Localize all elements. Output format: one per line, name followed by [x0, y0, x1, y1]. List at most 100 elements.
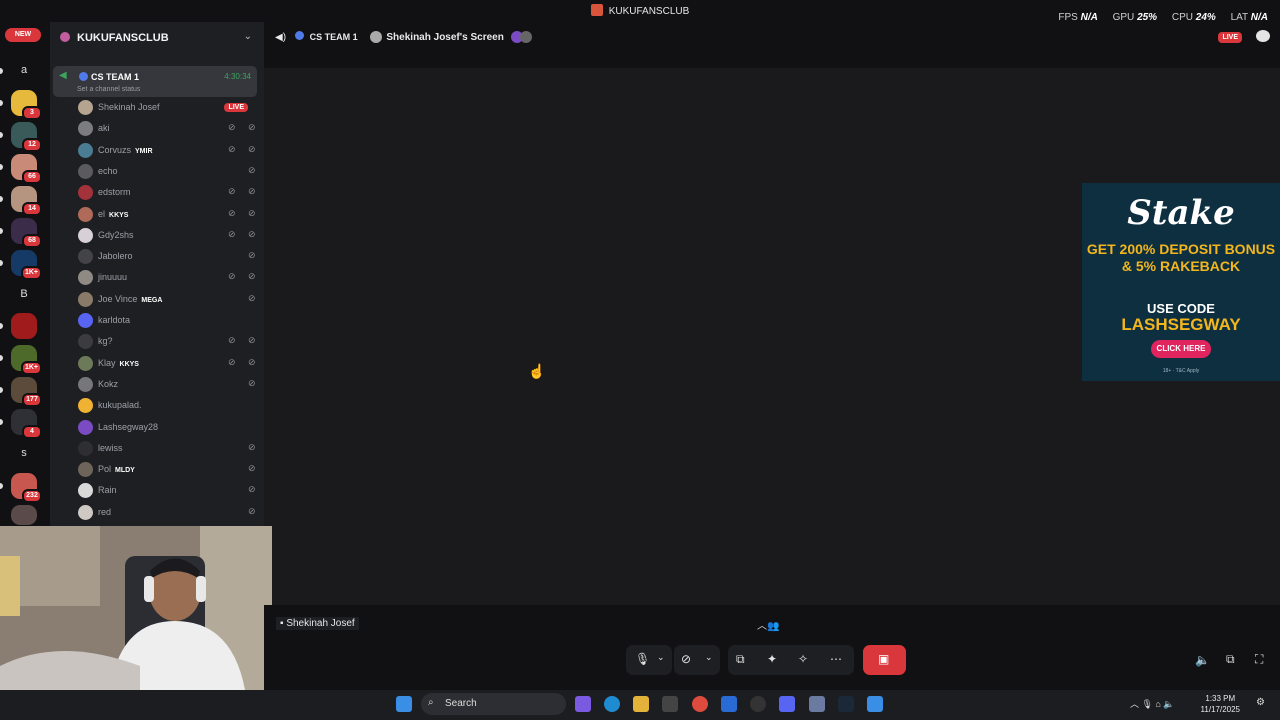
settings-icon[interactable]	[809, 696, 825, 712]
edge-icon[interactable]	[604, 696, 620, 712]
user-name: Jabolero	[98, 251, 133, 262]
avatar	[78, 185, 93, 201]
server-green[interactable]: 1K+	[11, 345, 42, 375]
stop-stream-button[interactable]: ▣	[863, 645, 906, 675]
server-anime[interactable]: 232	[11, 473, 42, 503]
fullscreen-icon[interactable]: ⛶	[1255, 652, 1263, 667]
mail-icon[interactable]	[721, 696, 737, 712]
voice-user[interactable]: Shekinah Josef LIVE	[78, 98, 258, 118]
chat-icon[interactable]	[1256, 30, 1270, 42]
mouse-cursor: ☝	[528, 363, 546, 379]
server-portrait[interactable]: 66	[11, 154, 42, 184]
server-tsl-red[interactable]	[11, 313, 37, 339]
user-name: Shekinah Josef	[98, 102, 160, 112]
voice-user[interactable]: aki ⊘ ⊘	[78, 119, 258, 139]
voice-user[interactable]: Joe Vince MEGA ⊘	[78, 290, 258, 310]
server-purple[interactable]: 68	[11, 218, 42, 248]
taskbar-search[interactable]	[421, 693, 566, 715]
deafened-icon: ⊘	[248, 186, 256, 197]
user-name: Lashsegway28	[98, 421, 159, 432]
ad-brand: Stake	[1127, 193, 1235, 233]
chrome-icon[interactable]	[692, 696, 708, 712]
server-b[interactable]: B	[11, 281, 37, 307]
new-badge[interactable]: NEW	[5, 28, 41, 42]
deafened-icon: ⊘	[248, 250, 256, 261]
user-name: lewiss	[98, 442, 123, 453]
server-red[interactable]: 14	[11, 186, 42, 216]
avatar	[78, 163, 93, 179]
voice-user[interactable]: Rain ⊘	[78, 481, 258, 501]
user-name: jinuuuu	[98, 272, 128, 283]
obs-icon[interactable]	[750, 696, 766, 712]
channel-status[interactable]: Set a channel status	[77, 86, 140, 93]
voice-user[interactable]: lewiss ⊘	[78, 439, 258, 459]
voice-user[interactable]: Klay KKYS ⊘ ⊘	[78, 354, 258, 374]
user-name: karldota	[98, 315, 131, 325]
avatar	[78, 376, 93, 392]
chevron-down-icon: ⌄	[243, 31, 252, 42]
notepad-icon[interactable]	[867, 696, 883, 712]
voice-user[interactable]: Kokz ⊘	[78, 375, 258, 395]
search-icon: ⌕	[428, 697, 434, 708]
server-gear[interactable]: 4	[11, 409, 42, 439]
voice-user[interactable]: echo ⊘	[78, 162, 258, 182]
steam-icon[interactable]	[838, 696, 854, 712]
call-header	[264, 22, 1280, 68]
server-header[interactable]: KUKUFANSCLUB ⌄	[50, 22, 264, 52]
server-ugc[interactable]: 177	[11, 377, 42, 407]
deafened-icon: ⊘	[248, 484, 256, 495]
camera-button[interactable]: ⊘ ⌄	[674, 645, 720, 675]
more-options-icon[interactable]: ⋯	[830, 652, 842, 666]
voice-user[interactable]: Corvuzs YMIR ⊘ ⊘	[78, 141, 258, 161]
expand-participants-icon[interactable]: ︿👥	[757, 617, 779, 632]
discord-icon[interactable]	[779, 696, 795, 712]
avatar	[78, 440, 93, 456]
muted-icon: ⊘	[228, 335, 236, 346]
voice-user[interactable]: Pol MLDY ⊘	[78, 460, 258, 480]
voice-user[interactable]: kukupalad.	[78, 396, 258, 416]
server-tsl[interactable]: 1K+	[11, 250, 42, 280]
voice-user[interactable]: Lashsegway28	[78, 418, 258, 438]
voice-user[interactable]: el KKYS ⊘ ⊘	[78, 205, 258, 225]
file-explorer-icon[interactable]	[633, 696, 649, 712]
server-s[interactable]: s	[11, 440, 37, 466]
voice-user[interactable]: kg? ⊘ ⊘	[78, 332, 258, 352]
ad-cta-button[interactable]: CLICK HERE	[1151, 340, 1211, 358]
ad-banner[interactable]: Stake GET 200% DEPOSIT BONUS & 5% RAKEBA…	[1082, 183, 1280, 381]
windows-start-icon[interactable]	[396, 696, 412, 712]
user-name: Kokz	[98, 378, 119, 389]
taskbar-clock[interactable]: 1:33 PM 11/17/2025	[1201, 693, 1240, 715]
user-name: kg?	[98, 336, 113, 347]
avatar	[78, 483, 93, 499]
muted-icon: ⊘	[228, 207, 236, 218]
screen-share-icon[interactable]: ⧉	[736, 652, 745, 667]
server-last[interactable]	[11, 505, 37, 525]
screen-icon: ▪	[280, 618, 284, 629]
channel-sidebar: KUKUFANSCLUB ⌄ ◀ CS TEAM 1 4:30:34 Set a…	[50, 22, 264, 527]
copilot-icon[interactable]	[575, 696, 591, 712]
webcam-overlay	[0, 526, 272, 690]
store-icon[interactable]	[662, 696, 678, 712]
voice-user[interactable]: karldota	[78, 311, 258, 331]
tray-icons[interactable]: ︿ 🎙 ⌂ 🔈	[1130, 697, 1175, 710]
server-pikachu[interactable]: 3	[11, 90, 42, 120]
user-name: red	[98, 506, 112, 517]
soundboard-icon[interactable]: ✧	[798, 652, 808, 666]
voice-user[interactable]: edstorm ⊘ ⊘	[78, 183, 258, 203]
notification-icon[interactable]: ⚙	[1256, 697, 1265, 708]
activities-icon[interactable]: ✦	[767, 652, 777, 666]
webcam-image	[0, 526, 272, 690]
voice-user[interactable]: Jabolero ⊘	[78, 247, 258, 267]
server-inday[interactable]: 12	[11, 122, 42, 152]
voice-user[interactable]: jinuuuu ⊘ ⊘	[78, 268, 258, 288]
deafened-icon: ⊘	[248, 164, 256, 175]
volume-icon[interactable]: 🔈	[1195, 653, 1210, 667]
popout-icon[interactable]: ⧉	[1226, 652, 1235, 667]
avatar	[78, 249, 93, 265]
mute-button[interactable]: 🎙 ⌄	[626, 645, 672, 675]
avatar	[78, 121, 93, 137]
server-a[interactable]: a	[11, 57, 37, 83]
voice-user[interactable]: Gdy2shs ⊘ ⊘	[78, 226, 258, 246]
voice-user[interactable]: red ⊘	[78, 503, 258, 523]
voice-channel[interactable]: ◀ CS TEAM 1 4:30:34 Set a channel status	[53, 66, 257, 97]
